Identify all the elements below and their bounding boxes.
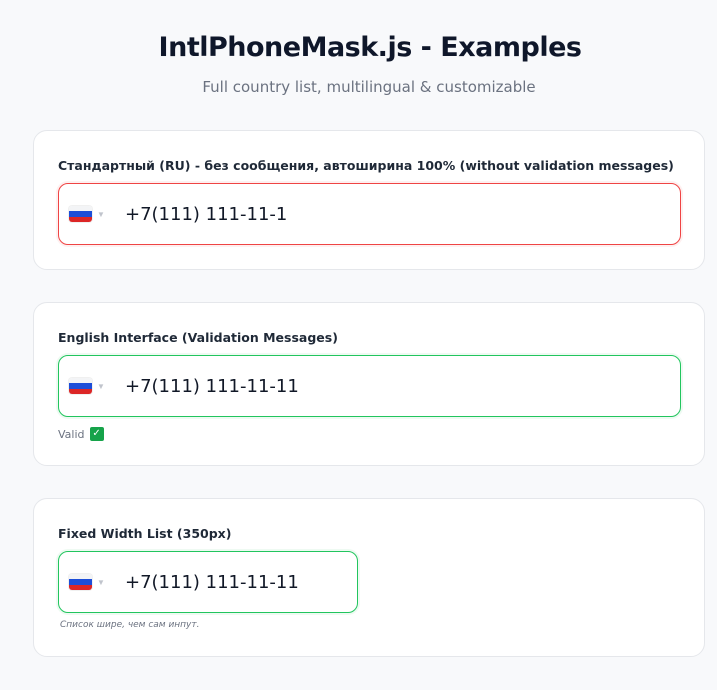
phone-input-field[interactable]: ▼ +7(111) 111-11-1 (58, 183, 681, 245)
phone-number-value[interactable]: +7(111) 111-11-1 (125, 184, 287, 244)
example-label: Fixed Width List (350px) (58, 526, 232, 541)
country-selector[interactable]: ▼ (69, 572, 105, 592)
example-card-english: English Interface (Validation Messages) … (33, 302, 705, 466)
phone-input-field[interactable]: ▼ +7(111) 111-11-11 (58, 551, 358, 613)
page-subtitle: Full country list, multilingual & custom… (202, 78, 536, 96)
example-label: Стандартный (RU) - без сообщения, автоши… (58, 158, 674, 173)
example-card-fixed-width: Fixed Width List (350px) ▼ +7(111) 111-1… (33, 498, 705, 657)
russia-flag-icon (69, 206, 92, 222)
chevron-down-icon: ▼ (97, 209, 105, 219)
page-title: IntlPhoneMask.js - Examples (158, 32, 582, 63)
phone-number-value[interactable]: +7(111) 111-11-11 (125, 552, 299, 612)
country-selector[interactable]: ▼ (69, 376, 105, 396)
page: IntlPhoneMask.js - Examples Full country… (0, 0, 717, 690)
validation-message: Valid ✓ (58, 427, 104, 441)
chevron-down-icon: ▼ (97, 577, 105, 587)
phone-input-field[interactable]: ▼ +7(111) 111-11-11 (58, 355, 681, 417)
validation-text: Valid (58, 427, 85, 441)
country-selector[interactable]: ▼ (69, 204, 105, 224)
chevron-down-icon: ▼ (97, 381, 105, 391)
phone-number-value[interactable]: +7(111) 111-11-11 (125, 356, 299, 416)
hint-text: Список шире, чем сам инпут. (60, 620, 200, 630)
russia-flag-icon (69, 378, 92, 394)
example-card-ru: Стандартный (RU) - без сообщения, автоши… (33, 130, 705, 270)
russia-flag-icon (69, 574, 92, 590)
example-label: English Interface (Validation Messages) (58, 330, 338, 345)
check-icon: ✓ (89, 427, 104, 441)
